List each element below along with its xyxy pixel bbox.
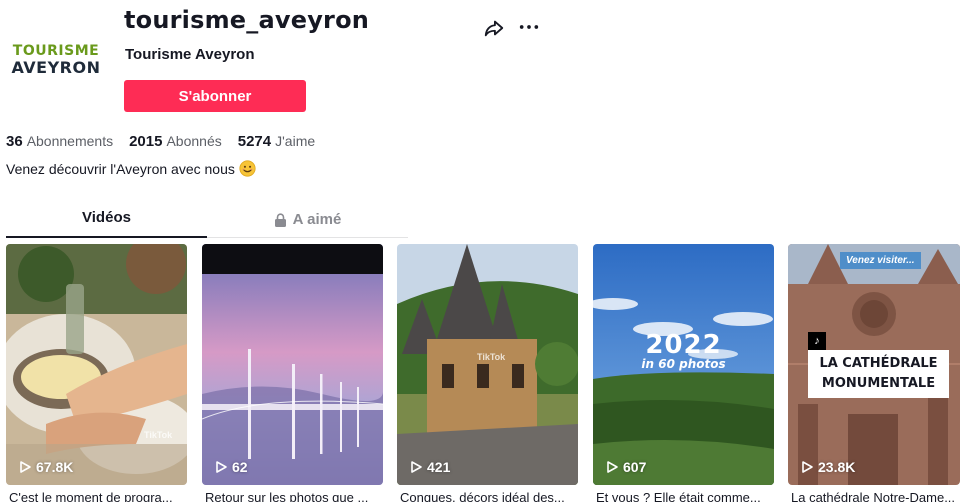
tiktok-logo-icon: ♪	[808, 332, 826, 350]
video-card[interactable]: 62 Retour sur les photos que ...	[202, 244, 383, 502]
video-card[interactable]: Venez visiter... ♪ LA CATHÉDRALE MONUMEN…	[788, 244, 960, 502]
profile-stats: 36 Abonnements 2015 Abonnés 5274 J'aime	[6, 133, 331, 150]
video-card[interactable]: 2022 in 60 photos 607 Et vous ? Elle éta…	[593, 244, 774, 502]
video-overlay-tag: Venez visiter...	[840, 252, 921, 269]
video-views: 67.8K	[18, 459, 73, 475]
video-caption[interactable]: Conques, décors idéal des...	[400, 490, 578, 502]
play-icon	[216, 461, 227, 473]
stat-followers[interactable]: 2015 Abonnés	[129, 133, 222, 150]
video-overlay-line2: MONUMENTALE	[821, 376, 936, 391]
play-icon	[20, 461, 31, 473]
stat-likes: 5274 J'aime	[238, 133, 315, 150]
video-overlay-title: 2022	[645, 330, 722, 360]
video-thumbnail[interactable]: TikTok 67.8K	[6, 244, 187, 485]
smile-emoji-icon	[239, 160, 256, 177]
video-card[interactable]: TikTok 421 Conques, décors idéal des...	[397, 244, 578, 502]
stat-label: Abonnés	[166, 133, 222, 149]
video-views-count: 421	[427, 459, 451, 475]
video-views: 607	[605, 459, 646, 475]
follow-button[interactable]: S'abonner	[124, 80, 306, 112]
tab-videos[interactable]: Vidéos	[6, 202, 207, 238]
video-views: 23.8K	[800, 459, 855, 475]
play-icon	[411, 461, 422, 473]
video-caption[interactable]: Et vous ? Elle était comme...	[596, 490, 774, 502]
share-icon[interactable]	[483, 17, 505, 39]
video-overlay-line1: LA CATHÉDRALE	[819, 356, 938, 371]
more-options-icon[interactable]	[518, 16, 540, 38]
stat-value: 36	[6, 133, 23, 150]
video-thumbnail[interactable]: 2022 in 60 photos 607	[593, 244, 774, 485]
nickname: Tourisme Aveyron	[125, 46, 255, 63]
video-views-count: 607	[623, 459, 647, 475]
tab-liked-label: A aimé	[292, 210, 342, 228]
stat-value: 2015	[129, 133, 163, 150]
video-card[interactable]: TikTok 67.8K C'est le moment de progra..…	[6, 244, 187, 502]
lock-icon	[274, 212, 286, 227]
video-overlay-box: LA CATHÉDRALE MONUMENTALE	[808, 350, 949, 398]
play-icon	[607, 461, 618, 473]
avatar[interactable]: TOURISME AVEYRON	[6, 20, 106, 100]
video-views-count: 62	[232, 459, 248, 475]
avatar-line1: TOURISME	[12, 43, 100, 59]
avatar-line2: AVEYRON	[11, 58, 101, 77]
stat-label: Abonnements	[26, 133, 114, 149]
video-views-count: 67.8K	[36, 459, 74, 475]
video-overlay-subtitle: in 60 photos	[641, 357, 726, 371]
profile-tabs: Vidéos A aimé	[6, 202, 408, 238]
video-thumbnail[interactable]: Venez visiter... ♪ LA CATHÉDRALE MONUMEN…	[788, 244, 960, 485]
video-thumbnail[interactable]: 62	[202, 244, 383, 485]
video-caption[interactable]: Retour sur les photos que ...	[205, 490, 383, 502]
bio-text: Venez découvrir l'Aveyron avec nous	[6, 160, 235, 177]
stat-following[interactable]: 36 Abonnements	[6, 133, 113, 150]
tiktok-watermark: TikTok	[144, 430, 173, 440]
stat-value: 5274	[237, 133, 272, 150]
video-views: 421	[409, 459, 450, 475]
video-caption[interactable]: C'est le moment de progra...	[9, 490, 187, 502]
stat-label: J'aime	[275, 133, 316, 149]
video-caption[interactable]: La cathédrale Notre-Dame...	[791, 490, 960, 502]
username: tourisme_aveyron	[124, 6, 370, 34]
video-thumbnail[interactable]: TikTok 421	[397, 244, 578, 485]
bio: Venez découvrir l'Aveyron avec nous	[6, 160, 256, 177]
play-icon	[802, 461, 813, 473]
tab-liked[interactable]: A aimé	[207, 202, 408, 237]
video-views: 62	[214, 459, 248, 475]
tiktok-watermark: TikTok	[477, 352, 506, 362]
video-views-count: 23.8K	[818, 459, 856, 475]
